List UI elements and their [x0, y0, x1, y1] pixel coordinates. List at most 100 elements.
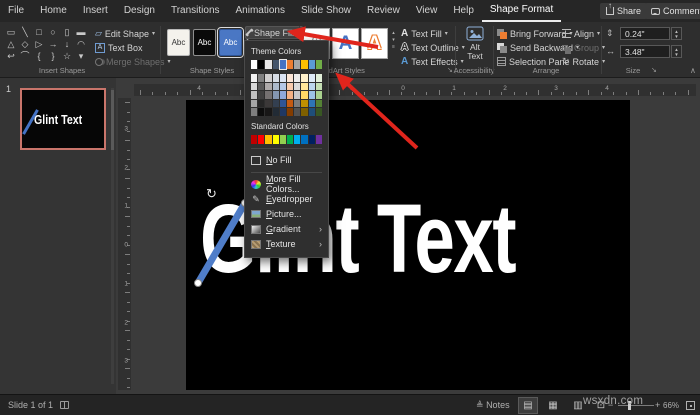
color-swatch[interactable] [287, 135, 293, 144]
rotate-button[interactable]: ↻Rotate▾ [562, 55, 605, 68]
shape-width-field[interactable]: 3.48" [620, 45, 670, 58]
color-swatch[interactable] [280, 60, 286, 69]
color-swatch[interactable] [273, 83, 279, 91]
zoom-in-icon[interactable]: + [655, 400, 660, 410]
color-swatch[interactable] [265, 74, 271, 82]
color-swatch[interactable] [251, 135, 257, 144]
color-swatch[interactable] [309, 135, 315, 144]
color-swatch[interactable] [251, 74, 257, 82]
color-swatch[interactable] [316, 83, 322, 91]
color-swatch[interactable] [280, 91, 286, 99]
shape-gallery-item[interactable]: ↓ [60, 38, 74, 50]
panel-scrollbar[interactable] [111, 88, 114, 384]
shape-style-thumb-blue-selected[interactable]: Abc [219, 29, 242, 56]
color-swatch[interactable] [273, 91, 279, 99]
color-swatch[interactable] [273, 135, 279, 144]
shape-gallery-item[interactable]: ⌒ [18, 50, 32, 62]
color-swatch[interactable] [258, 60, 264, 69]
color-swatch[interactable] [273, 108, 279, 116]
normal-view-button[interactable]: ▤ [518, 397, 538, 414]
color-swatch[interactable] [301, 83, 307, 91]
color-swatch[interactable] [287, 83, 293, 91]
shape-style-thumb-black[interactable]: Abc [193, 29, 216, 56]
slide-thumbnail[interactable]: Glint Text [20, 88, 106, 150]
color-swatch[interactable] [287, 108, 293, 116]
notes-button[interactable]: ≜ Notes [476, 400, 510, 411]
color-swatch[interactable] [316, 74, 322, 82]
color-swatch[interactable] [265, 91, 271, 99]
menu-insert[interactable]: Insert [75, 0, 116, 22]
size-dialog-launcher-icon[interactable]: ↘ [651, 66, 657, 74]
fill-menu-item-picture[interactable]: Picture... [251, 207, 322, 222]
fill-menu-item-gradient[interactable]: Gradient› [251, 222, 322, 237]
menu-review[interactable]: Review [359, 0, 408, 22]
color-swatch[interactable] [251, 83, 257, 91]
color-swatch[interactable] [309, 60, 315, 69]
color-swatch[interactable] [251, 108, 257, 116]
slide-sorter-view-button[interactable]: ▦ [543, 397, 563, 414]
color-swatch[interactable] [280, 100, 286, 108]
color-swatch[interactable] [258, 74, 264, 82]
color-swatch[interactable] [258, 91, 264, 99]
wordart-dialog-launcher-icon[interactable]: ↘ [447, 66, 453, 74]
shape-gallery-item[interactable]: ▭ [4, 26, 18, 38]
shape-gallery-item[interactable]: { [32, 50, 46, 62]
color-swatch[interactable] [294, 108, 300, 116]
shape-fill-button[interactable]: Shape Fill▾ [245, 26, 303, 39]
shape-style-thumb-white[interactable]: Abc [167, 29, 190, 56]
color-swatch[interactable] [280, 74, 286, 82]
shape-gallery-item[interactable]: ↩ [4, 50, 18, 62]
shape-gallery-item[interactable]: △ [4, 38, 18, 50]
color-swatch[interactable] [280, 108, 286, 116]
gallery-more-icon[interactable]: ≡ [392, 44, 395, 50]
alt-text-button[interactable]: Alt Text [459, 26, 491, 64]
shape-gallery-item[interactable]: ◇ [18, 38, 32, 50]
shape-gallery-item[interactable]: ╲ [18, 26, 32, 38]
shape-gallery-item[interactable]: □ [32, 26, 46, 38]
color-swatch[interactable] [258, 135, 264, 144]
stepper-down-icon[interactable]: ▼ [674, 52, 678, 57]
color-swatch[interactable] [301, 100, 307, 108]
menu-help[interactable]: Help [445, 0, 482, 22]
zoom-percent[interactable]: 66% [663, 401, 679, 410]
text-box-button[interactable]: AText Box [95, 41, 143, 54]
gallery-down-icon[interactable]: ▾ [392, 37, 395, 43]
rotate-handle-icon[interactable]: ↻ [206, 186, 217, 202]
color-swatch[interactable] [309, 108, 315, 116]
comments-button[interactable]: Comments [645, 3, 700, 19]
color-swatch[interactable] [273, 60, 279, 69]
color-swatch[interactable] [294, 83, 300, 91]
shape-gallery-item[interactable]: ◠ [74, 38, 88, 50]
collapse-ribbon-icon[interactable]: ∧ [690, 66, 696, 75]
color-swatch[interactable] [309, 83, 315, 91]
menu-transitions[interactable]: Transitions [163, 0, 228, 22]
gallery-up-icon[interactable]: ▴ [392, 30, 395, 36]
shape-gallery-item[interactable]: ▷ [32, 38, 46, 50]
proofing-icon[interactable] [60, 401, 69, 409]
menu-home[interactable]: Home [32, 0, 75, 22]
width-stepper[interactable]: ▲▼ [671, 45, 682, 58]
menu-file[interactable]: File [0, 0, 32, 22]
color-swatch[interactable] [316, 108, 322, 116]
color-swatch[interactable] [265, 60, 271, 69]
color-swatch[interactable] [316, 100, 322, 108]
height-stepper[interactable]: ▲▼ [671, 27, 682, 40]
group-button[interactable]: Group▾ [562, 41, 605, 54]
color-swatch[interactable] [309, 91, 315, 99]
shape-gallery-item[interactable]: ○ [46, 26, 60, 38]
color-swatch[interactable] [316, 135, 322, 144]
shape-gallery-item[interactable]: ▾ [74, 50, 88, 62]
color-swatch[interactable] [287, 91, 293, 99]
panel-scrollbar-thumb[interactable] [111, 90, 114, 150]
color-swatch[interactable] [294, 100, 300, 108]
fill-menu-item-texture[interactable]: Texture› [251, 237, 322, 252]
color-swatch[interactable] [301, 135, 307, 144]
shape-gallery-item[interactable]: } [46, 50, 60, 62]
color-swatch[interactable] [251, 91, 257, 99]
selection-handle[interactable] [195, 280, 202, 287]
wordart-thumb-orange[interactable]: A [368, 33, 382, 55]
color-swatch[interactable] [287, 100, 293, 108]
color-swatch[interactable] [294, 60, 300, 69]
align-button[interactable]: Align▾ [562, 27, 600, 40]
edit-shape-button[interactable]: ▱Edit Shape▾ [95, 27, 155, 40]
